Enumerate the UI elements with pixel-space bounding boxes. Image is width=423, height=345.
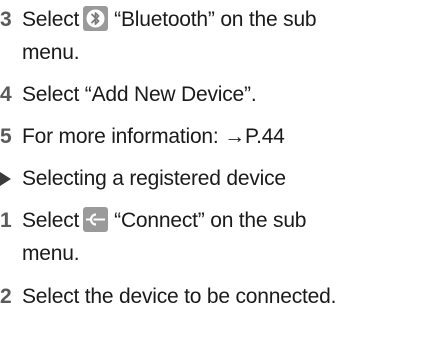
step-text: Select “Connect” on the sub	[22, 206, 306, 235]
step-text: For more information: →P.44	[22, 125, 285, 148]
section-heading-text: Selecting a registered device	[22, 167, 286, 190]
triangle-bullet-icon	[0, 172, 11, 186]
step-continuation-text: menu.	[22, 242, 80, 265]
step-text: Select “Add New Device”.	[22, 83, 257, 106]
step-number: 3	[0, 8, 12, 31]
step-number: 5	[0, 125, 12, 148]
bluetooth-icon	[83, 6, 109, 31]
instruction-document: 3 Select “Bluetooth” on the sub menu. 4 S…	[0, 0, 423, 345]
step-continuation-text: menu.	[22, 41, 80, 64]
step-label: “Connect” on the sub	[114, 209, 307, 232]
step-number: 1	[0, 209, 12, 232]
step-number: 4	[0, 83, 12, 106]
step-text: Select the device to be connected.	[22, 285, 337, 308]
step-select-word: Select	[22, 8, 80, 31]
connect-icon	[83, 207, 109, 232]
step-number: 2	[0, 285, 12, 308]
step-select-word: Select	[22, 209, 80, 232]
step-text: Select “Bluetooth” on the sub	[22, 5, 317, 34]
step-label: “Bluetooth” on the sub	[114, 8, 317, 31]
